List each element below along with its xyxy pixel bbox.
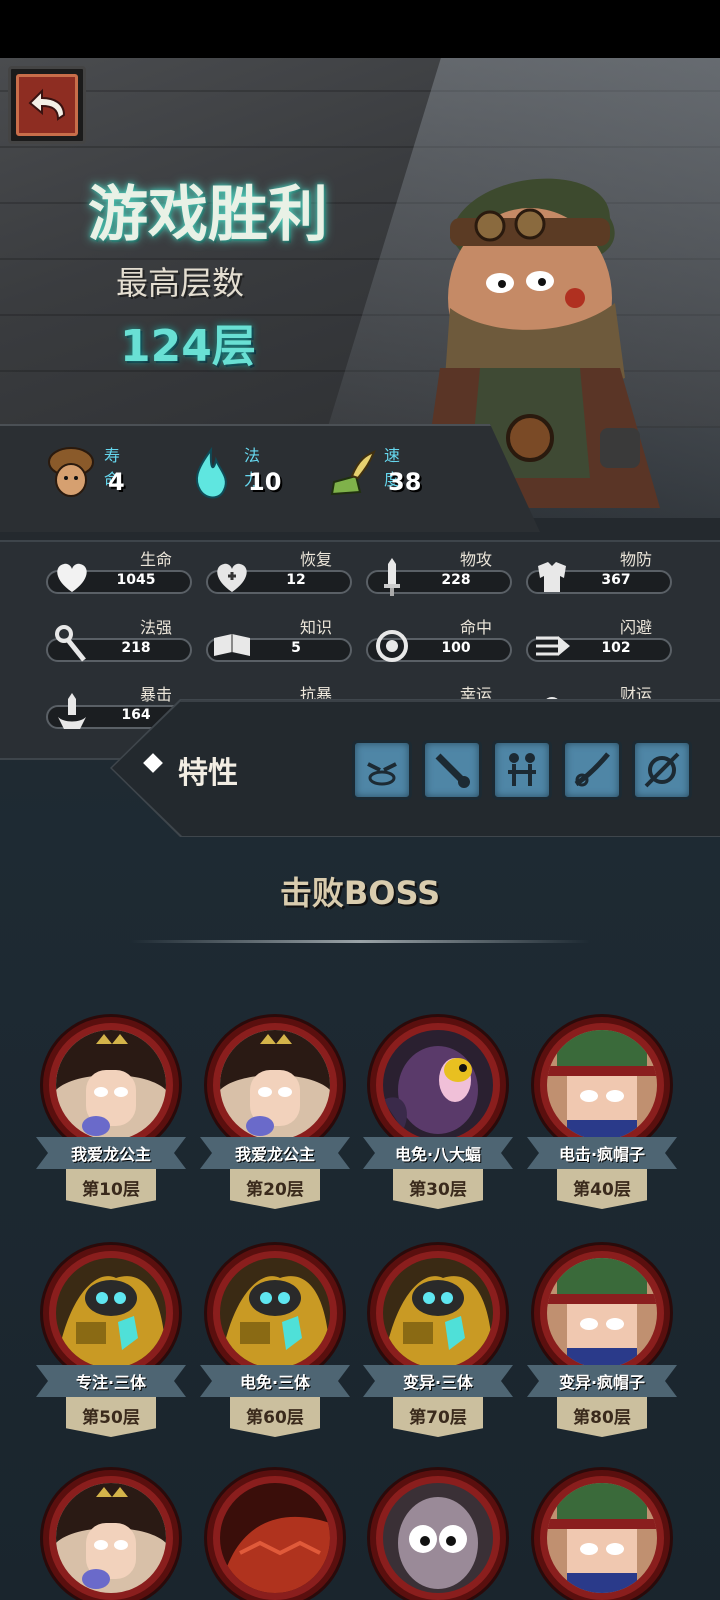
stat-value: 1045 <box>116 572 156 588</box>
highest-floor-label: 最高层数 <box>116 264 245 302</box>
boss-portrait <box>547 1030 657 1140</box>
section-divider <box>130 940 590 943</box>
boss-floor: 第80层 <box>573 1408 631 1428</box>
boss-portrait <box>547 1483 657 1593</box>
back-button[interactable] <box>8 66 86 144</box>
status-bar <box>0 0 720 58</box>
boss-card[interactable] <box>36 1470 186 1600</box>
boss-card[interactable]: 电免·三体第60层 <box>200 1245 350 1455</box>
boss-name: 变异·疯帽子 <box>558 1373 646 1392</box>
stat-name: 法强 <box>139 618 172 637</box>
stat-heart: 生命 1045 <box>46 546 196 602</box>
stat-name: 恢复 <box>299 550 332 569</box>
slash-trait-icon[interactable] <box>562 740 622 800</box>
stat-value: 102 <box>601 640 631 656</box>
stat-staff: 法强 218 <box>46 614 196 670</box>
back-arrow-icon <box>16 74 78 136</box>
boss-name: 电免·三体 <box>239 1373 311 1392</box>
winged-boot-icon <box>326 446 376 502</box>
boss-name: 我爱龙公主 <box>234 1145 315 1164</box>
boss-portrait <box>383 1483 493 1593</box>
lifespan-value: 4 <box>108 468 125 496</box>
stat-dash-arrow: 闪避 102 <box>526 614 676 670</box>
boss-floor: 第40层 <box>573 1180 631 1200</box>
stat-value: 12 <box>286 572 306 588</box>
highest-floor-value: 124层 <box>120 321 256 372</box>
boss-card[interactable] <box>527 1470 677 1600</box>
nautilus-trait-icon[interactable] <box>632 740 692 800</box>
boss-portrait <box>220 1258 330 1368</box>
angry-face-trait-icon[interactable] <box>352 740 412 800</box>
stat-target: 命中 100 <box>366 614 516 670</box>
defeated-boss-title: 击败BOSS <box>279 874 441 912</box>
boss-name: 我爱龙公主 <box>70 1145 151 1164</box>
boss-floor: 第30层 <box>409 1180 467 1200</box>
boss-portrait <box>56 1030 166 1140</box>
blade-trait-icon[interactable] <box>422 740 482 800</box>
stat-value: 218 <box>121 640 151 656</box>
stat-name: 物防 <box>619 550 652 569</box>
boss-card[interactable]: 我爱龙公主第20层 <box>200 1017 350 1227</box>
stat-name: 命中 <box>459 618 492 637</box>
boss-name: 专注·三体 <box>75 1373 147 1392</box>
boss-card[interactable]: 电击·疯帽子 第40层 <box>527 1017 677 1227</box>
boss-floor: 第50层 <box>82 1408 140 1428</box>
boss-name: 电免·八大蝠 <box>394 1145 482 1164</box>
boss-portrait <box>220 1030 330 1140</box>
boss-portrait <box>383 1258 493 1368</box>
boss-portrait <box>547 1258 657 1368</box>
page-title: 游戏胜利 <box>88 180 328 250</box>
boss-floor: 第20层 <box>246 1180 304 1200</box>
boss-card[interactable] <box>363 1470 513 1600</box>
stat-value: 5 <box>291 640 301 656</box>
stat-name: 物攻 <box>459 550 492 569</box>
boss-card[interactable]: 电免·八大蝠 第30层 <box>363 1017 513 1227</box>
boss-card[interactable] <box>200 1470 350 1600</box>
boss-portrait <box>56 1258 166 1368</box>
boss-floor: 第10层 <box>82 1180 140 1200</box>
boss-card[interactable]: 专注·三体第50层 <box>36 1245 186 1455</box>
boss-card[interactable]: 变异·疯帽子 第80层 <box>527 1245 677 1455</box>
boss-card[interactable]: 我爱龙公主第10层 <box>36 1017 186 1227</box>
boss-portrait <box>220 1483 330 1593</box>
mushroom-head-icon <box>46 446 96 502</box>
twins-trait-icon[interactable] <box>492 740 552 800</box>
stat-name: 生命 <box>139 550 172 569</box>
stat-armor: 物防 367 <box>526 546 676 602</box>
boss-portrait <box>56 1483 166 1593</box>
boss-floor: 第70层 <box>409 1408 467 1428</box>
traits-label: 特性 <box>178 756 238 791</box>
stat-value: 228 <box>441 572 471 588</box>
mana-value: 10 <box>248 468 282 496</box>
stat-name: 知识 <box>299 618 332 637</box>
stat-heart-plus: 恢复 12 <box>206 546 356 602</box>
stat-book: 知识 5 <box>206 614 356 670</box>
stat-name: 暴击 <box>139 685 172 704</box>
stat-name: 闪避 <box>619 618 652 637</box>
blue-flame-icon <box>186 446 236 502</box>
boss-floor: 第60层 <box>246 1408 304 1428</box>
stat-sword: 物攻 228 <box>366 546 516 602</box>
stat-value: 367 <box>601 572 631 588</box>
speed-value: 38 <box>388 468 422 496</box>
boss-portrait <box>383 1030 493 1140</box>
boss-name: 变异·三体 <box>402 1373 474 1392</box>
boss-card[interactable]: 变异·三体第70层 <box>363 1245 513 1455</box>
boss-name: 电击·疯帽子 <box>558 1145 646 1164</box>
stat-value: 100 <box>441 640 471 656</box>
